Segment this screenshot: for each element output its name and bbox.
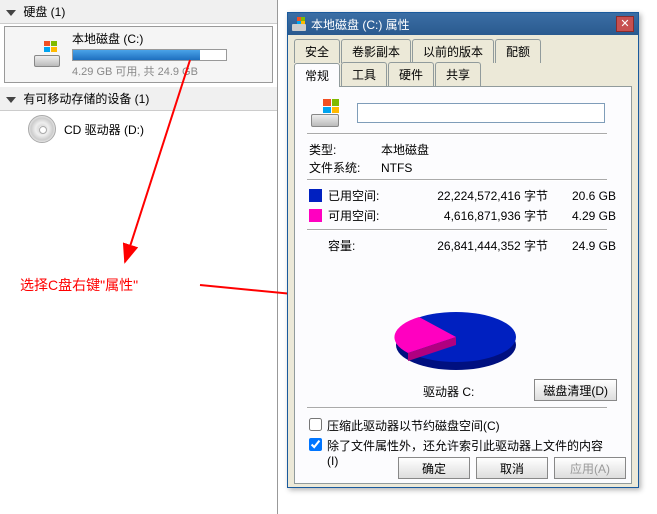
capacity-bar	[72, 49, 227, 61]
free-color-swatch	[309, 209, 322, 222]
cd-drive-icon	[28, 115, 56, 143]
section-label: 有可移动存储的设备 (1)	[23, 92, 149, 106]
drive-info: 本地磁盘 (C:) 4.29 GB 可用, 共 24.9 GB	[72, 30, 265, 79]
cancel-button[interactable]: 取消	[476, 457, 548, 479]
section-label: 硬盘 (1)	[23, 5, 65, 19]
drive-item-cd[interactable]: CD 驱动器 (D:)	[0, 111, 277, 147]
dialog-title: 本地磁盘 (C:) 属性	[311, 16, 410, 33]
tab-panel-general: 类型:本地磁盘 文件系统:NTFS 已用空间:22,224,572,416 字节…	[294, 86, 632, 484]
drive-subtitle: 4.29 GB 可用, 共 24.9 GB	[72, 63, 265, 79]
annotation-text-1: 选择C盘右键"属性"	[20, 275, 138, 295]
drive-title: 本地磁盘 (C:)	[72, 30, 265, 47]
section-header-disks[interactable]: 硬盘 (1)	[0, 0, 277, 24]
apply-button[interactable]: 应用(A)	[554, 457, 626, 479]
compress-checkbox-row[interactable]: 压缩此驱动器以节约磁盘空间(C)	[309, 417, 500, 434]
tab-strip: 安全 卷影副本 以前的版本 配额 常规 工具 硬件 共享	[288, 35, 638, 86]
dialog-button-row: 确定 取消 应用(A)	[398, 457, 626, 479]
drive-title: CD 驱动器 (D:)	[64, 121, 269, 138]
volume-label-input[interactable]	[357, 103, 605, 123]
tab-previous-versions[interactable]: 以前的版本	[412, 39, 494, 63]
drive-item-c[interactable]: 本地磁盘 (C:) 4.29 GB 可用, 共 24.9 GB	[4, 26, 273, 83]
properties-dialog: 本地磁盘 (C:) 属性 ✕ 安全 卷影副本 以前的版本 配额 常规 工具 硬件…	[287, 12, 639, 488]
tab-hardware[interactable]: 硬件	[388, 62, 434, 86]
close-button[interactable]: ✕	[616, 16, 634, 32]
free-gb: 4.29 GB	[556, 209, 616, 223]
type-value: 本地磁盘	[381, 143, 429, 157]
chevron-down-icon	[6, 10, 16, 16]
explorer-panel: 硬盘 (1) 本地磁盘 (C:) 4.29 GB 可用, 共 24.9 GB 有…	[0, 0, 278, 514]
hard-disk-icon	[292, 17, 306, 31]
tab-sharing[interactable]: 共享	[435, 62, 481, 86]
disk-cleanup-button[interactable]: 磁盘清理(D)	[534, 379, 617, 401]
hard-disk-icon	[309, 99, 343, 129]
type-label: 类型:	[309, 141, 381, 158]
hard-disk-icon	[32, 41, 64, 69]
used-gb: 20.6 GB	[556, 189, 616, 203]
section-header-removable[interactable]: 有可移动存储的设备 (1)	[0, 87, 277, 111]
tab-quota[interactable]: 配额	[495, 39, 541, 63]
used-color-swatch	[309, 189, 322, 202]
tab-general[interactable]: 常规	[294, 63, 340, 87]
free-label: 可用空间:	[328, 207, 408, 224]
used-label: 已用空间:	[328, 187, 408, 204]
disk-usage-pie-chart	[391, 305, 521, 375]
tab-tools[interactable]: 工具	[341, 62, 387, 86]
free-bytes: 4,616,871,936 字节	[408, 207, 548, 224]
drive-letter-label: 驱动器 C:	[423, 383, 474, 400]
chevron-down-icon	[6, 97, 16, 103]
compress-checkbox[interactable]	[309, 418, 322, 431]
fs-value: NTFS	[381, 161, 412, 175]
capacity-gb: 24.9 GB	[556, 239, 616, 253]
capacity-label: 容量:	[328, 237, 408, 254]
used-bytes: 22,224,572,416 字节	[408, 187, 548, 204]
fs-label: 文件系统:	[309, 159, 381, 176]
tab-shadow-copies[interactable]: 卷影副本	[341, 39, 411, 63]
tab-security[interactable]: 安全	[294, 39, 340, 63]
capacity-bytes: 26,841,444,352 字节	[408, 237, 548, 254]
compress-label: 压缩此驱动器以节约磁盘空间(C)	[327, 417, 500, 434]
index-checkbox[interactable]	[309, 438, 322, 451]
ok-button[interactable]: 确定	[398, 457, 470, 479]
dialog-titlebar[interactable]: 本地磁盘 (C:) 属性 ✕	[288, 13, 638, 35]
